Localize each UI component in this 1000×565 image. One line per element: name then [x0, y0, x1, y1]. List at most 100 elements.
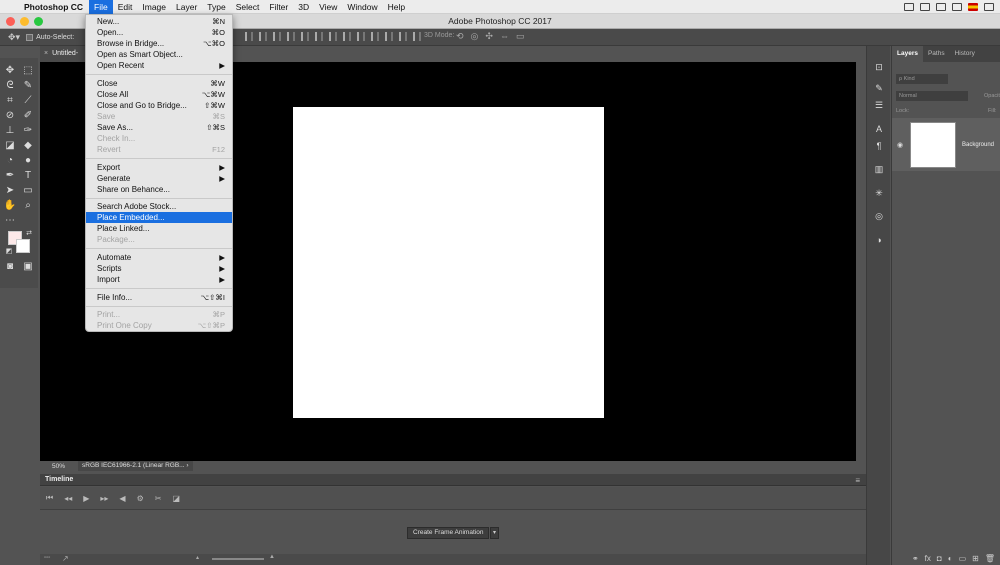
- distribute-left-icon[interactable]: [371, 32, 379, 41]
- menu-item-open-recent[interactable]: Open Recent ▶: [86, 60, 232, 71]
- distribute-top-icon[interactable]: [329, 32, 337, 41]
- creative-cloud-icon[interactable]: [904, 2, 914, 11]
- histogram-panel-icon[interactable]: ▥: [873, 164, 885, 174]
- bluetooth-icon[interactable]: [952, 2, 962, 11]
- menu-item-export[interactable]: Export ▶: [86, 162, 232, 173]
- quick-mask-icon[interactable]: ◙: [3, 261, 17, 273]
- 3d-pan-icon[interactable]: ✣: [485, 31, 493, 42]
- rectangle-tool-icon[interactable]: ▭: [21, 185, 35, 197]
- marquee-tool-icon[interactable]: ⬚: [21, 65, 35, 77]
- menu-item-browse-in-bridge[interactable]: Browse in Bridge... ⌥⌘O: [86, 38, 232, 49]
- menu-window[interactable]: Window: [342, 0, 382, 14]
- lasso-tool-icon[interactable]: ᘓ: [3, 80, 17, 92]
- new-group-icon[interactable]: ▭: [959, 554, 967, 563]
- hand-tool-icon[interactable]: ✋: [3, 200, 17, 212]
- align-top-icon[interactable]: [245, 32, 253, 41]
- pen-tool-icon[interactable]: ✒: [3, 170, 17, 182]
- auto-select-checkbox[interactable]: [26, 33, 34, 41]
- display-icon[interactable]: [920, 2, 930, 11]
- menu-help[interactable]: Help: [383, 0, 410, 14]
- menu-item-place-embedded[interactable]: Place Embedded...: [86, 212, 232, 223]
- chevron-down-icon[interactable]: ▾: [490, 527, 499, 539]
- distribute-middle-icon[interactable]: [343, 32, 351, 41]
- first-frame-icon[interactable]: ⏮: [46, 493, 53, 503]
- menu-item-open[interactable]: Open... ⌘O: [86, 27, 232, 38]
- timeline-zoom-slider[interactable]: [212, 558, 264, 560]
- zoom-level[interactable]: 50%: [40, 463, 78, 470]
- settings-gear-icon[interactable]: ⚙: [137, 494, 144, 503]
- menu-item-file-info[interactable]: File Info... ⌥⇧⌘I: [86, 292, 232, 303]
- blend-mode-select[interactable]: Normal: [896, 91, 968, 101]
- menu-item-place-linked[interactable]: Place Linked...: [86, 223, 232, 234]
- close-tab-icon[interactable]: ×: [44, 50, 48, 57]
- adjustments-panel-icon[interactable]: ◑: [873, 235, 885, 245]
- transition-icon[interactable]: ◪: [172, 494, 180, 503]
- document-canvas[interactable]: [293, 107, 604, 418]
- add-mask-icon[interactable]: ◘: [937, 554, 942, 563]
- split-scissors-icon[interactable]: ✂: [155, 494, 162, 503]
- airplay-icon[interactable]: [936, 2, 946, 11]
- menu-type[interactable]: Type: [202, 0, 230, 14]
- history-panel-icon[interactable]: ⊡: [873, 62, 885, 72]
- convert-frames-icon[interactable]: ▫▫▫: [44, 555, 50, 561]
- render-video-icon[interactable]: ↗: [62, 554, 69, 563]
- panel-menu-icon[interactable]: ≡: [855, 475, 860, 487]
- paint-bucket-tool-icon[interactable]: ◆: [21, 140, 35, 152]
- 3d-slide-icon[interactable]: ⇔: [500, 31, 509, 42]
- screen-mode-icon[interactable]: ▣: [21, 261, 35, 273]
- menu-item-search-adobe-stock[interactable]: Search Adobe Stock...: [86, 201, 232, 212]
- layer-kind-filter[interactable]: ρ Kind: [896, 74, 948, 84]
- align-left-icon[interactable]: [287, 32, 295, 41]
- menu-item-close[interactable]: Close ⌘W: [86, 78, 232, 89]
- menu-item-automate[interactable]: Automate ▶: [86, 252, 232, 263]
- adjustment-layer-icon[interactable]: ◐: [948, 554, 953, 563]
- align-center-icon[interactable]: [301, 32, 309, 41]
- menu-3d[interactable]: 3D: [293, 0, 314, 14]
- background-color-swatch[interactable]: [16, 239, 30, 253]
- zoom-window-icon[interactable]: [34, 17, 43, 26]
- menu-image[interactable]: Image: [137, 0, 171, 14]
- navigator-panel-icon[interactable]: ✳: [873, 188, 885, 198]
- history-brush-tool-icon[interactable]: ✑: [21, 125, 35, 137]
- create-frame-animation-button[interactable]: Create Frame Animation: [407, 527, 490, 539]
- zoom-tool-icon[interactable]: ⌕: [21, 200, 35, 212]
- layer-row-background[interactable]: ◉ Background: [892, 118, 1000, 171]
- app-menu[interactable]: Photoshop CC: [18, 2, 89, 12]
- menu-item-close-go-bridge[interactable]: Close and Go to Bridge... ⇧⌘W: [86, 100, 232, 111]
- paragraph-panel-icon[interactable]: ¶: [873, 141, 885, 151]
- libraries-panel-icon[interactable]: ◎: [873, 211, 885, 221]
- tab-paths[interactable]: Paths: [923, 46, 950, 62]
- document-tab[interactable]: × Untitled-: [40, 46, 87, 62]
- align-middle-icon[interactable]: [259, 32, 267, 41]
- healing-brush-tool-icon[interactable]: ⊘: [3, 110, 17, 122]
- brushes-panel-icon[interactable]: ✎: [873, 83, 885, 93]
- move-tool-icon[interactable]: ✥: [3, 65, 17, 77]
- wifi-icon[interactable]: [984, 2, 994, 11]
- path-selection-tool-icon[interactable]: ➤: [3, 185, 17, 197]
- distribute-center-icon[interactable]: [385, 32, 393, 41]
- menu-layer[interactable]: Layer: [171, 0, 202, 14]
- menu-item-scripts[interactable]: Scripts ▶: [86, 263, 232, 274]
- tab-layers[interactable]: Layers: [892, 46, 923, 62]
- distribute-right-icon[interactable]: [399, 32, 407, 41]
- move-tool-preset-icon[interactable]: ✥▾: [8, 32, 20, 43]
- menu-item-share-behance[interactable]: Share on Behance...: [86, 184, 232, 195]
- close-window-icon[interactable]: [6, 17, 15, 26]
- zoom-out-mountain-icon[interactable]: ▴: [196, 554, 199, 561]
- default-colors-icon[interactable]: ◩: [2, 246, 16, 258]
- properties-panel-icon[interactable]: ☰: [873, 100, 885, 110]
- align-bottom-icon[interactable]: [273, 32, 281, 41]
- input-source-flag-icon[interactable]: [968, 2, 978, 11]
- brush-tool-icon[interactable]: ✐: [21, 110, 35, 122]
- type-tool-icon[interactable]: T: [21, 170, 35, 182]
- link-layers-icon[interactable]: ⚭: [912, 554, 919, 563]
- menu-filter[interactable]: Filter: [264, 0, 293, 14]
- visibility-eye-icon[interactable]: ◉: [892, 141, 908, 149]
- eyedropper-tool-icon[interactable]: ⟋: [21, 95, 35, 107]
- menu-item-close-all[interactable]: Close All ⌥⌘W: [86, 89, 232, 100]
- auto-align-icon[interactable]: [413, 32, 421, 41]
- auto-select-option[interactable]: Auto-Select:: [26, 33, 74, 41]
- previous-frame-icon[interactable]: ◂◂: [64, 494, 72, 503]
- menu-item-new[interactable]: New... ⌘N: [86, 16, 232, 27]
- distribute-bottom-icon[interactable]: [357, 32, 365, 41]
